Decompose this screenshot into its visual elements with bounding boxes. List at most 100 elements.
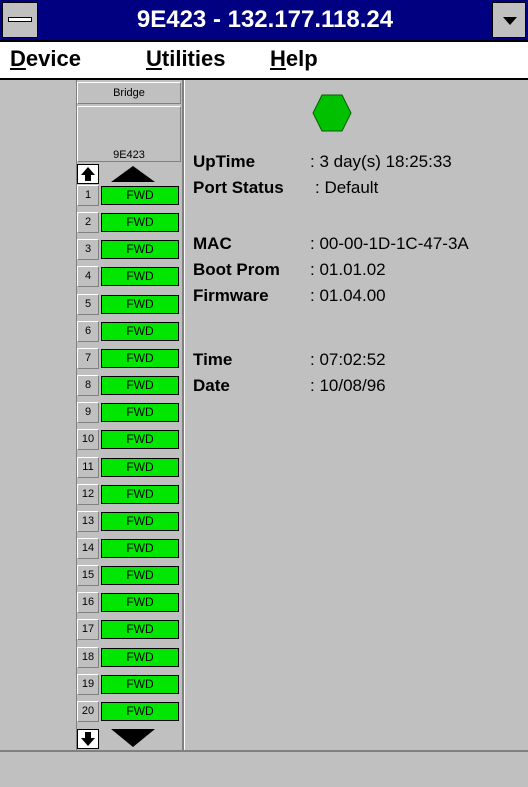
bridge-panel: Bridge 9E423 1 FWD 2 FWD 3 FWD 4 FWD 5 FWD 6 FWD 7 FW… bbox=[77, 80, 181, 750]
port-row[interactable]: 14 FWD bbox=[77, 537, 181, 559]
port-status-indicator[interactable]: FWD bbox=[101, 376, 179, 395]
port-row[interactable]: 17 FWD bbox=[77, 619, 181, 641]
menu-help-label: elp bbox=[285, 46, 318, 71]
title-bar[interactable]: 9E423 - 132.177.118.24 bbox=[0, 0, 528, 42]
port-number: 3 bbox=[77, 239, 99, 261]
port-number: 11 bbox=[77, 456, 99, 478]
arrow-up-icon bbox=[81, 167, 95, 181]
page-up-triangle-icon[interactable] bbox=[111, 166, 155, 182]
port-status-indicator[interactable]: FWD bbox=[101, 566, 179, 586]
port-row[interactable]: 5 FWD bbox=[77, 293, 181, 315]
scroll-down-row bbox=[77, 729, 181, 749]
port-row[interactable]: 6 FWD bbox=[77, 320, 181, 342]
port-status-indicator[interactable]: FWD bbox=[101, 538, 179, 558]
port-number: 10 bbox=[77, 429, 99, 451]
port-row[interactable]: 16 FWD bbox=[77, 592, 181, 614]
menu-utilities-mnemonic: U bbox=[146, 46, 162, 71]
port-row[interactable]: 18 FWD bbox=[77, 646, 181, 668]
menu-utilities[interactable]: Utilities bbox=[146, 46, 225, 72]
port-status-indicator[interactable]: FWD bbox=[101, 348, 179, 368]
status-hexagon-icon bbox=[312, 94, 352, 132]
time-label: Time bbox=[193, 350, 233, 369]
page-down-triangle-icon[interactable] bbox=[111, 729, 155, 747]
port-number: 7 bbox=[77, 347, 99, 369]
port-status-indicator[interactable]: FWD bbox=[101, 647, 179, 667]
port-number: 12 bbox=[77, 483, 99, 505]
port-status-indicator[interactable]: FWD bbox=[101, 674, 179, 694]
minimize-arrow-icon bbox=[503, 17, 517, 25]
system-menu-button[interactable] bbox=[2, 2, 38, 38]
menu-bar: Device Utilities Help bbox=[0, 42, 528, 80]
port-row[interactable]: 1 FWD bbox=[77, 185, 181, 206]
port-status-indicator[interactable]: FWD bbox=[101, 403, 179, 423]
port-status-label: Port Status bbox=[193, 178, 284, 197]
port-status-indicator[interactable]: FWD bbox=[101, 593, 179, 613]
port-number: 9 bbox=[77, 402, 99, 424]
port-status-indicator[interactable]: FWD bbox=[101, 484, 179, 504]
client-area: Bridge 9E423 1 FWD 2 FWD 3 FWD 4 FWD 5 FWD 6 FWD 7 FW… bbox=[0, 80, 528, 750]
menu-device-mnemonic: D bbox=[10, 46, 26, 71]
port-number: 16 bbox=[77, 592, 99, 614]
boot-prom-label: Boot Prom bbox=[193, 260, 280, 279]
port-status-indicator[interactable]: FWD bbox=[101, 321, 179, 341]
minimize-button[interactable] bbox=[492, 2, 526, 38]
port-number: 8 bbox=[77, 375, 99, 396]
port-row[interactable]: 15 FWD bbox=[77, 565, 181, 587]
arrow-down-icon bbox=[81, 732, 95, 746]
system-menu-icon bbox=[8, 17, 32, 22]
port-status-indicator[interactable]: FWD bbox=[101, 294, 179, 314]
port-row[interactable]: 13 FWD bbox=[77, 510, 181, 532]
menu-help[interactable]: Help bbox=[270, 46, 318, 72]
mac-label: MAC bbox=[193, 234, 232, 253]
port-number: 13 bbox=[77, 510, 99, 532]
firmware-value: : 01.04.00 bbox=[310, 286, 386, 305]
bridge-header: Bridge bbox=[77, 82, 181, 104]
device-name: 9E423 bbox=[113, 149, 145, 161]
port-number: 17 bbox=[77, 619, 99, 641]
port-number: 1 bbox=[77, 185, 99, 206]
port-status-indicator[interactable]: FWD bbox=[101, 240, 179, 260]
scroll-down-button[interactable] bbox=[77, 729, 99, 749]
port-number: 4 bbox=[77, 266, 99, 288]
port-number: 2 bbox=[77, 212, 99, 234]
port-number: 18 bbox=[77, 646, 99, 668]
port-status-indicator[interactable]: FWD bbox=[101, 430, 179, 450]
port-row[interactable]: 11 FWD bbox=[77, 456, 181, 478]
port-row[interactable]: 9 FWD bbox=[77, 402, 181, 424]
scroll-up-row bbox=[77, 164, 181, 184]
menu-device-label: evice bbox=[25, 46, 81, 71]
firmware-label: Firmware bbox=[193, 286, 269, 305]
device-info-panel: UpTime : 3 day(s) 18:25:33 Port Status :… bbox=[184, 80, 528, 750]
port-status-indicator[interactable]: FWD bbox=[101, 620, 179, 640]
port-number: 20 bbox=[77, 700, 99, 722]
port-status-indicator[interactable]: FWD bbox=[101, 213, 179, 233]
port-row[interactable]: 3 FWD bbox=[77, 239, 181, 261]
window-title: 9E423 - 132.177.118.24 bbox=[136, 6, 394, 33]
date-value: : 10/08/96 bbox=[310, 376, 386, 395]
port-row[interactable]: 19 FWD bbox=[77, 673, 181, 695]
port-number: 6 bbox=[77, 320, 99, 342]
port-number: 5 bbox=[77, 293, 99, 315]
status-bar bbox=[0, 750, 528, 787]
port-row[interactable]: 10 FWD bbox=[77, 429, 181, 451]
menu-help-mnemonic: H bbox=[270, 46, 286, 71]
mac-value: : 00-00-1D-1C-47-3A bbox=[310, 234, 469, 253]
port-number: 15 bbox=[77, 565, 99, 587]
port-row[interactable]: 4 FWD bbox=[77, 266, 181, 288]
port-row[interactable]: 7 FWD bbox=[77, 347, 181, 369]
port-status-indicator[interactable]: FWD bbox=[101, 457, 179, 477]
port-number: 14 bbox=[77, 537, 99, 559]
port-row[interactable]: 20 FWD bbox=[77, 700, 181, 722]
port-row[interactable]: 2 FWD bbox=[77, 212, 181, 234]
port-row[interactable]: 8 FWD bbox=[77, 375, 181, 396]
port-status-indicator[interactable]: FWD bbox=[101, 186, 179, 205]
date-label: Date bbox=[193, 376, 230, 395]
port-status-indicator[interactable]: FWD bbox=[101, 511, 179, 531]
menu-device[interactable]: Device bbox=[10, 46, 81, 72]
port-row[interactable]: 12 FWD bbox=[77, 483, 181, 505]
scroll-up-button[interactable] bbox=[77, 164, 99, 184]
port-status-value: : Default bbox=[315, 178, 379, 197]
port-status-indicator[interactable]: FWD bbox=[101, 267, 179, 287]
uptime-label: UpTime bbox=[193, 152, 256, 171]
port-status-indicator[interactable]: FWD bbox=[101, 701, 179, 721]
